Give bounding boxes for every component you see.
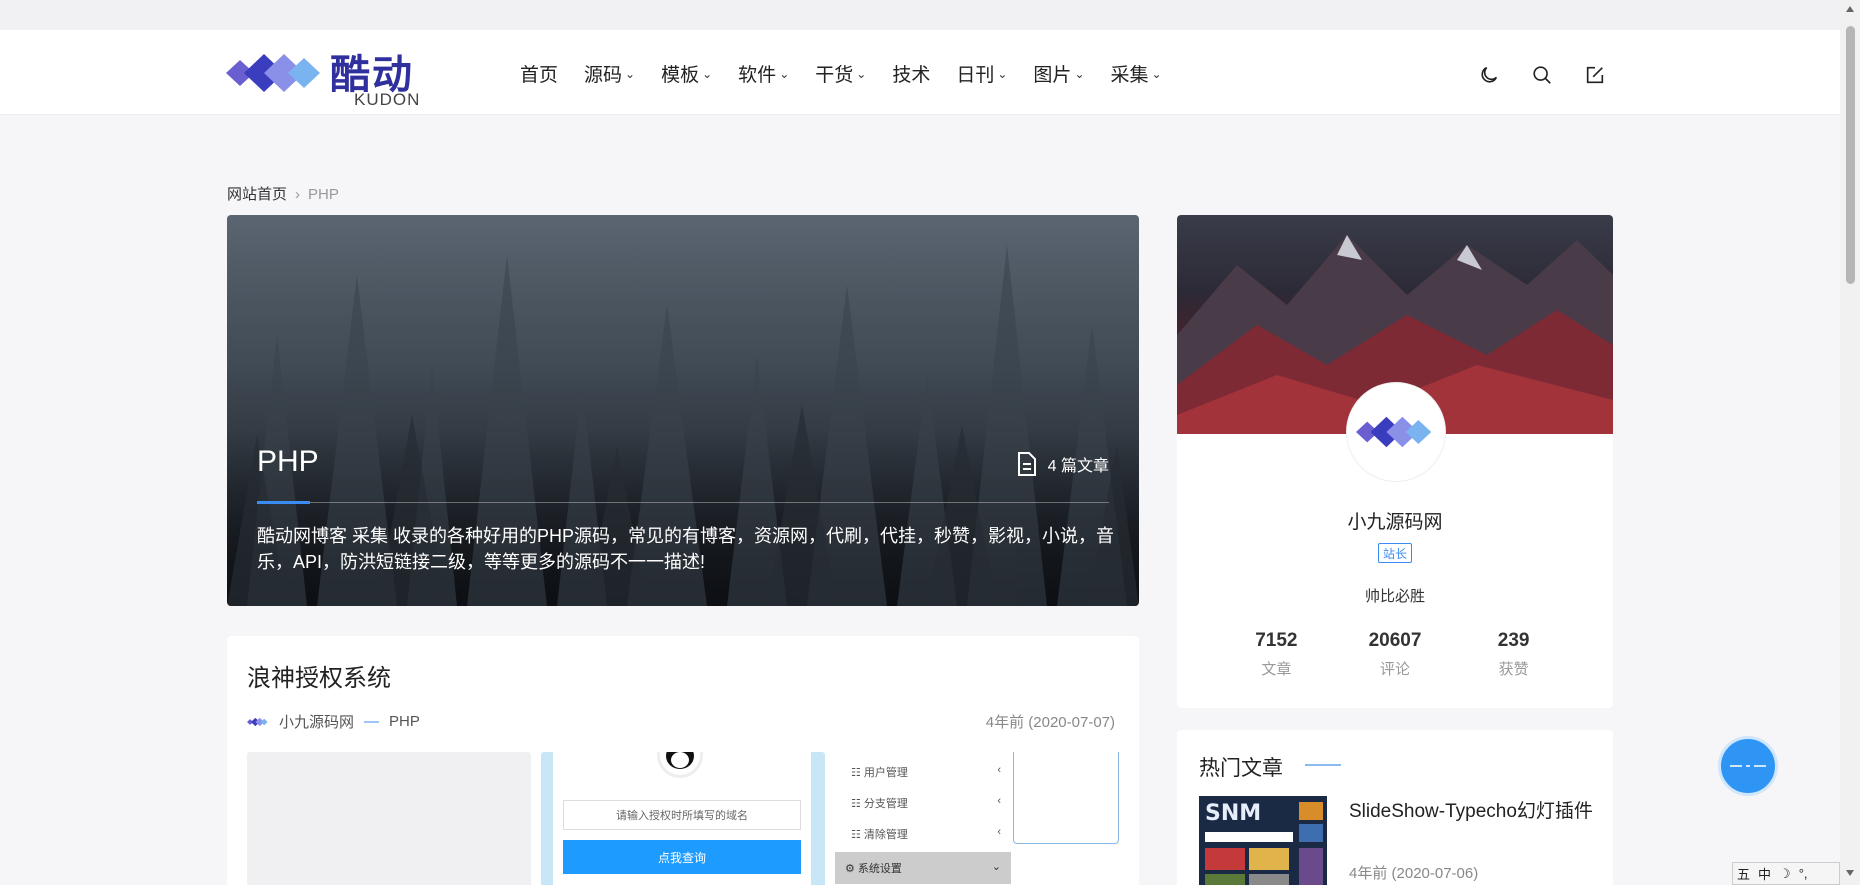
nav-item-goods[interactable]: 干货 ⌄ — [815, 60, 866, 87]
chevron-down-icon: ⌄ — [625, 66, 636, 81]
meta-dash: — — [364, 713, 380, 730]
author-profile-card: 小九源码网 站长 帅比必胜 7152 文章 20607 评论 239 获赞 — [1177, 215, 1613, 708]
article-count-text: 4 篇文章 — [1047, 458, 1109, 475]
stat-likes: 239 获赞 — [1464, 630, 1564, 679]
hero-divider-accent — [257, 501, 310, 504]
breadcrumb-separator: › — [295, 186, 301, 203]
nav-item-source[interactable]: 源码 ⌄ — [584, 60, 635, 87]
profile-stats: 7152 文章 20607 评论 239 获赞 — [1177, 630, 1613, 679]
ime-mode[interactable]: 五 — [1737, 864, 1750, 883]
category-hero: PHP 4 篇文章 酷动网博客 采集 收录的各种好用的PHP源码，常见的有博客，… — [227, 215, 1139, 606]
thumbnail-frame — [1013, 752, 1119, 844]
chevron-down-icon: ⌄ — [702, 66, 713, 81]
ime-punct[interactable]: °, — [1799, 866, 1808, 881]
chevron-down-icon: ⌄ — [1074, 66, 1085, 81]
hero-divider — [257, 502, 1109, 503]
post-thumbnail-1[interactable] — [247, 752, 531, 885]
thumbnail-input: 请输入授权时所填写的域名 — [563, 800, 801, 830]
post-date: 4年前 (2020-07-07) — [985, 714, 1115, 731]
nav-item-tech[interactable]: 技术 — [892, 60, 930, 87]
logo-subtitle: KUDON — [354, 90, 421, 109]
hot-title-underline — [1305, 764, 1341, 766]
main-nav: 首页 源码 ⌄ 模板 ⌄ 软件 ⌄ 干货 ⌄ 技术 日刊 ⌄ 图片 ⌄ 采集 ⌄ — [520, 60, 1188, 87]
ellipsis-icon — [1730, 765, 1766, 767]
logo-mark-icon — [1356, 416, 1432, 448]
post-meta: 小九源码网 — PHP — [247, 711, 420, 732]
browser-top-strip — [0, 0, 1860, 30]
stat-number: 239 — [1497, 630, 1530, 651]
thumbnail-menu-item: ☷ 分支管理 ‹ — [851, 795, 1001, 810]
post-thumbnail-2[interactable]: 请输入授权时所填写的域名 点我查询 — [541, 752, 825, 885]
stat-label: 获赞 — [1498, 661, 1529, 678]
page-scrollbar[interactable] — [1840, 0, 1860, 885]
hot-article-thumbnail[interactable]: SNM — [1199, 796, 1327, 885]
edit-icon[interactable] — [1578, 58, 1612, 92]
scroll-thumb[interactable] — [1846, 26, 1855, 284]
chevron-down-icon: ⌄ — [1151, 66, 1162, 81]
post-thumbnail-3[interactable]: ☷ 用户管理 ‹ ☷ 分支管理 ‹ ☷ 清除管理 ‹ ⚙ 系统设置 ⌄ — [835, 752, 1119, 885]
thumbnail-menu: ☷ 用户管理 ‹ ☷ 分支管理 ‹ ☷ 清除管理 ‹ ⚙ 系统设置 ⌄ — [835, 752, 1011, 885]
nav-item-daily[interactable]: 日刊 ⌄ — [956, 60, 1007, 87]
article-count: 4 篇文章 — [1016, 451, 1109, 477]
svg-text:SNM: SNM — [1205, 801, 1261, 826]
post-title[interactable]: 浪神授权系统 — [247, 658, 391, 693]
nav-item-home[interactable]: 首页 — [520, 60, 558, 87]
nav-item-collect[interactable]: 采集 ⌄ — [1111, 60, 1162, 87]
site-header: 酷动 KUDON 首页 源码 ⌄ 模板 ⌄ 软件 ⌄ 干货 ⌄ 技术 日刊 ⌄ 图片 ⌄ 采… — [0, 30, 1840, 115]
post-author[interactable]: 小九源码网 — [279, 711, 354, 732]
category-description: 酷动网博客 采集 收录的各种好用的PHP源码，常见的有博客，资源网，代刷，代挂，… — [257, 526, 1115, 572]
nav-item-software[interactable]: 软件 ⌄ — [738, 60, 789, 87]
breadcrumb-home[interactable]: 网站首页 — [227, 186, 287, 203]
hot-article-date: 4年前 (2020-07-06) — [1349, 865, 1479, 882]
stat-number: 20607 — [1368, 630, 1422, 651]
chevron-down-icon: ⌄ — [779, 66, 790, 81]
scroll-down-arrow-icon[interactable] — [1846, 870, 1854, 876]
hot-articles-title: 热门文章 — [1199, 757, 1283, 780]
search-icon[interactable] — [1525, 58, 1559, 92]
author-avatar — [247, 717, 268, 726]
post-category[interactable]: PHP — [389, 713, 420, 730]
profile-name[interactable]: 小九源码网 — [1177, 507, 1613, 534]
breadcrumb-current: PHP — [308, 186, 339, 203]
site-logo[interactable]: 酷动 KUDON — [226, 38, 456, 109]
back-to-top-button[interactable] — [1718, 736, 1778, 796]
category-title: PHP — [257, 445, 319, 478]
header-icons — [1472, 58, 1631, 92]
stat-articles: 7152 文章 — [1226, 630, 1326, 679]
ime-language[interactable]: 中 — [1758, 864, 1771, 883]
role-badge: 站长 — [1378, 543, 1412, 563]
stat-label: 文章 — [1261, 661, 1292, 678]
chevron-down-icon: ⌄ — [856, 66, 867, 81]
stat-comments: 20607 评论 — [1345, 630, 1445, 679]
scroll-up-arrow-icon[interactable] — [1846, 6, 1854, 12]
stat-label: 评论 — [1379, 661, 1410, 678]
nav-item-templates[interactable]: 模板 ⌄ — [661, 60, 712, 87]
hot-article-title[interactable]: SlideShow-Typecho幻灯插件 — [1349, 796, 1593, 823]
hot-articles-card: 热门文章 SNM SlideShow-Typecho幻灯插件 4年前 (2020… — [1177, 730, 1613, 885]
chevron-down-icon: ⌄ — [997, 66, 1008, 81]
stat-number: 7152 — [1255, 630, 1298, 651]
nav-item-images[interactable]: 图片 ⌄ — [1033, 60, 1084, 87]
thumbnail-button: 点我查询 — [563, 840, 801, 874]
profile-motto: 帅比必胜 — [1364, 588, 1425, 605]
penguin-icon — [657, 752, 703, 778]
thumbnail-menu-item-active: ⚙ 系统设置 ⌄ — [835, 852, 1011, 884]
document-icon — [1017, 452, 1036, 476]
moon-icon[interactable] — [1472, 58, 1506, 92]
ime-moon[interactable]: ☽ — [1779, 866, 1791, 882]
breadcrumb: 网站首页 › PHP — [227, 183, 339, 204]
logo-mark-icon — [226, 54, 320, 92]
thumbnail-menu-item: ☷ 用户管理 ‹ — [851, 764, 1001, 779]
profile-avatar[interactable] — [1347, 383, 1445, 481]
post-card: 浪神授权系统 小九源码网 — PHP 4年前 (2020-07-07) 请输入授… — [227, 636, 1139, 885]
thumbnail-menu-item: ☷ 清除管理 ‹ — [851, 826, 1001, 841]
thumbnail-form: 请输入授权时所填写的域名 点我查询 — [553, 752, 811, 885]
ime-toolbar[interactable]: 五 中 ☽ °, — [1732, 862, 1840, 885]
